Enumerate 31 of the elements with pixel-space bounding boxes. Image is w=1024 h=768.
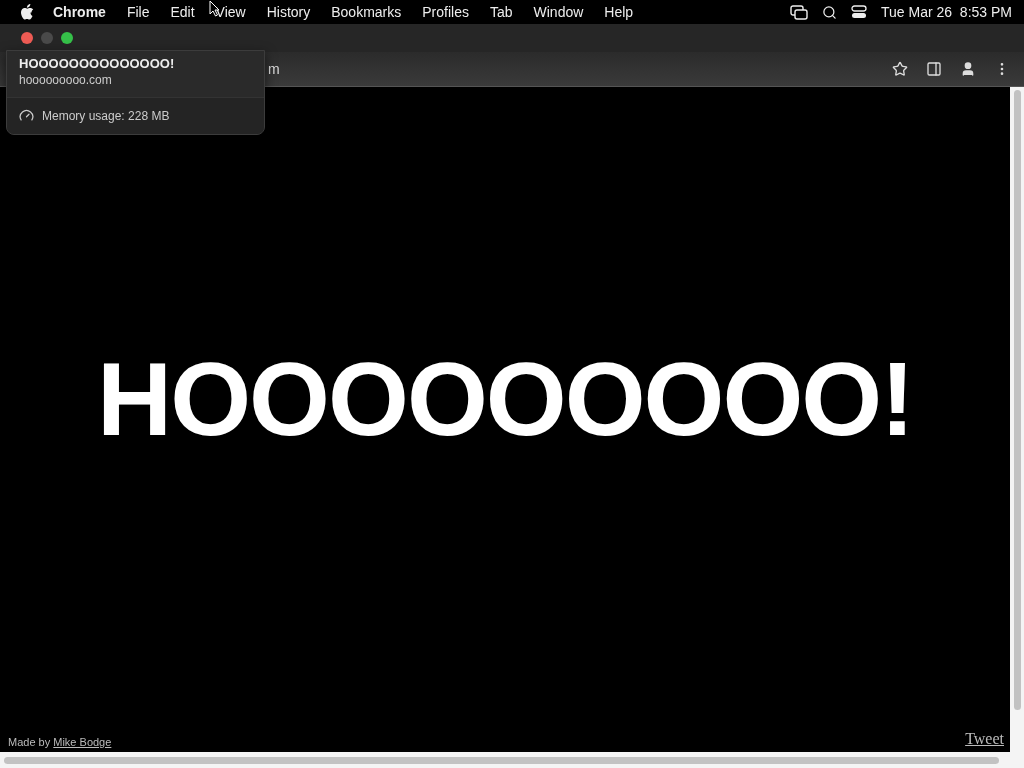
menu-item[interactable]: Edit [170,4,195,20]
headline: HOOOOOOOOO! [97,346,913,451]
control-center-icon[interactable] [851,5,867,19]
clock[interactable]: Tue Mar 26 8:53 PM [881,4,1012,20]
memory-usage: Memory usage: 228 MB [42,108,170,123]
menu-item[interactable]: Bookmarks [331,4,402,20]
menu-item[interactable]: Profiles [422,4,469,20]
menu-item[interactable]: Tab [489,4,513,20]
search-icon[interactable] [822,4,837,20]
apple-logo-icon[interactable] [20,4,34,20]
menu-item[interactable]: History [266,4,311,20]
scroll-thumb[interactable] [1013,90,1021,710]
menu-item[interactable]: Help [604,4,634,20]
side-panel-icon[interactable] [926,61,942,77]
tweet-link[interactable]: Tweet [965,730,1004,748]
app-menu[interactable]: Chrome [53,4,106,20]
tab-domain: hooooooooo.com [19,73,113,87]
credit-text: Made by Mike Bodge [8,736,112,748]
gauge-icon [19,108,34,123]
menu-item[interactable]: File [126,4,150,20]
zoom-button[interactable] [61,32,73,44]
bookmark-star-icon[interactable] [892,61,908,77]
profile-icon[interactable] [960,61,976,77]
author-link[interactable]: Mike Bodge [53,736,112,748]
menu-item[interactable]: Window [533,4,584,20]
menu-item[interactable]: View [215,4,246,20]
tab-title: HOOOOOOOOOOOOOO! [19,56,176,71]
windows-icon[interactable] [790,4,808,20]
scroll-thumb[interactable] [4,756,999,764]
close-button[interactable] [21,32,33,44]
address-text[interactable]: m [268,61,280,77]
